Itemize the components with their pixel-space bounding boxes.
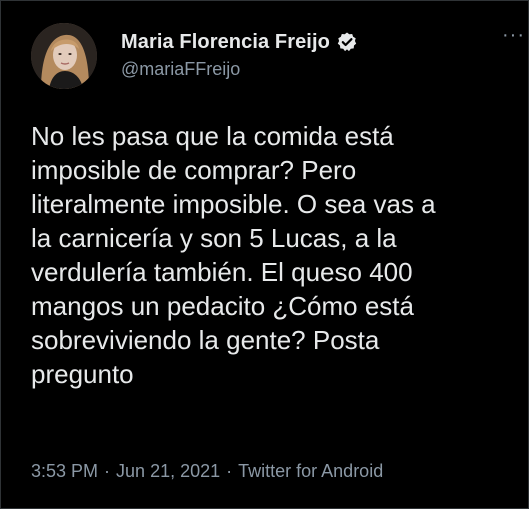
tweet-date[interactable]: Jun 21, 2021 bbox=[116, 461, 220, 481]
tweet-text: No les pasa que la comida está imposible… bbox=[31, 121, 436, 389]
separator: · bbox=[226, 461, 233, 481]
tweet-metadata: 3:53 PM · Jun 21, 2021 · Twitter for Android bbox=[31, 461, 383, 482]
separator: · bbox=[104, 461, 111, 481]
tweet-card: Maria Florencia Freijo @mariaFFreijo ···… bbox=[0, 0, 529, 509]
avatar-image bbox=[31, 23, 97, 89]
avatar[interactable] bbox=[31, 23, 97, 89]
user-handle[interactable]: @mariaFFreijo bbox=[121, 59, 240, 80]
tweet-source[interactable]: Twitter for Android bbox=[238, 461, 383, 481]
name-row: Maria Florencia Freijo bbox=[121, 29, 358, 55]
more-options-icon[interactable]: ··· bbox=[502, 25, 525, 45]
display-name[interactable]: Maria Florencia Freijo bbox=[121, 31, 330, 54]
tweet-time[interactable]: 3:53 PM bbox=[31, 461, 98, 481]
tweet-header: Maria Florencia Freijo @mariaFFreijo ··· bbox=[31, 21, 524, 93]
verified-badge-icon bbox=[336, 31, 358, 53]
